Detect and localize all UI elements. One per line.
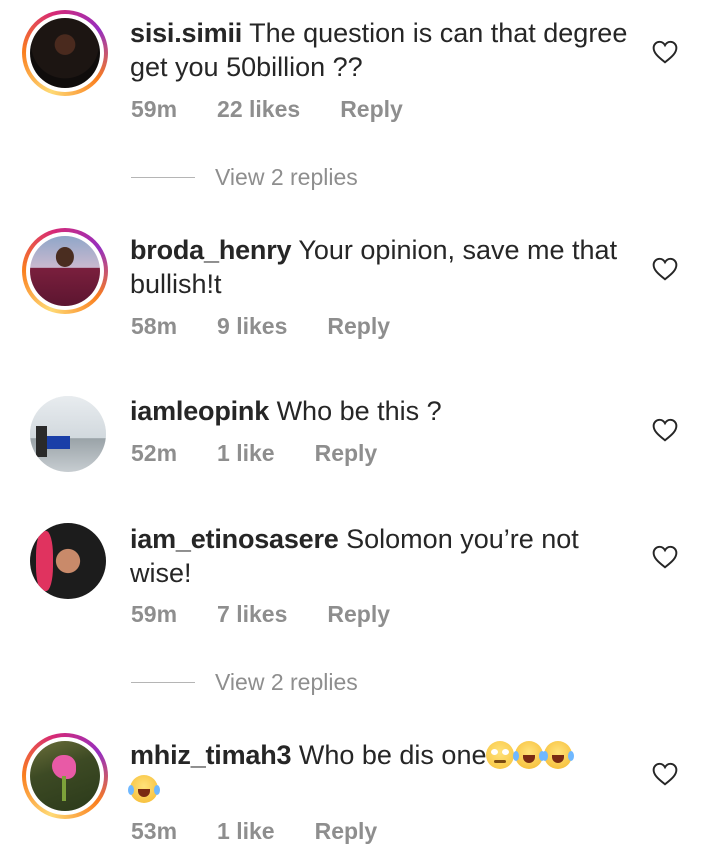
heart-outline-icon[interactable] xyxy=(652,418,678,442)
comment-likes[interactable]: 7 likes xyxy=(217,601,287,628)
comment-meta: 52m 1 like Reply xyxy=(131,440,377,467)
reply-button[interactable]: Reply xyxy=(315,440,378,467)
comment-username[interactable]: mhiz_timah3 xyxy=(130,740,292,770)
reply-button[interactable]: Reply xyxy=(340,96,403,123)
comment-username[interactable]: iamleopink xyxy=(130,396,269,426)
comment-text: sisi.simii The question is can that degr… xyxy=(130,16,640,84)
comment-likes[interactable]: 1 like xyxy=(217,818,275,845)
comment-meta: 53m 1 like Reply xyxy=(131,818,377,845)
comment-likes[interactable]: 1 like xyxy=(217,440,275,467)
avatar[interactable] xyxy=(22,10,108,96)
comment-meta: 59m 7 likes Reply xyxy=(131,601,390,628)
comment-username[interactable]: iam_etinosasere xyxy=(130,524,339,554)
face-with-tears-of-joy-icon xyxy=(542,741,575,769)
comment-text: mhiz_timah3 Who be dis one xyxy=(128,738,640,806)
heart-outline-icon[interactable] xyxy=(652,40,678,64)
comment-body: Who be dis one xyxy=(298,740,487,770)
comment-text: broda_henry Your opinion, save me that b… xyxy=(130,233,640,301)
face-with-tears-of-joy-icon xyxy=(513,741,546,769)
comment-likes[interactable]: 22 likes xyxy=(217,96,300,123)
face-with-tears-of-joy-icon xyxy=(128,775,160,803)
reply-button[interactable]: Reply xyxy=(315,818,378,845)
face-with-rolling-eyes-icon xyxy=(486,741,515,769)
view-replies-button[interactable]: View 2 replies xyxy=(131,164,358,191)
comment-username[interactable]: sisi.simii xyxy=(130,18,242,48)
heart-outline-icon[interactable] xyxy=(652,545,678,569)
reply-button[interactable]: Reply xyxy=(327,313,390,340)
view-replies-label[interactable]: View 2 replies xyxy=(215,669,358,696)
avatar[interactable] xyxy=(22,228,108,314)
comment-time: 53m xyxy=(131,818,178,844)
replies-divider xyxy=(131,682,195,683)
avatar[interactable] xyxy=(22,733,108,819)
heart-outline-icon[interactable] xyxy=(652,762,678,786)
comment-username[interactable]: broda_henry xyxy=(130,235,292,265)
comment-time: 59m xyxy=(131,96,178,122)
avatar[interactable] xyxy=(30,396,106,472)
comment-time: 59m xyxy=(131,601,178,627)
heart-outline-icon[interactable] xyxy=(652,257,678,281)
replies-divider xyxy=(131,177,195,178)
view-replies-label[interactable]: View 2 replies xyxy=(215,164,358,191)
reply-button[interactable]: Reply xyxy=(327,601,390,628)
comment-meta: 59m 22 likes Reply xyxy=(131,96,403,123)
comment-text: iamleopink Who be this ? xyxy=(130,394,640,428)
comment-likes[interactable]: 9 likes xyxy=(217,313,287,340)
comment-meta: 58m 9 likes Reply xyxy=(131,313,390,340)
comment-body: Who be this ? xyxy=(276,396,442,426)
comment-time: 52m xyxy=(131,440,178,466)
comment-time: 58m xyxy=(131,313,178,339)
view-replies-button[interactable]: View 2 replies xyxy=(131,669,358,696)
avatar[interactable] xyxy=(30,523,106,599)
comment-text: iam_etinosasere Solomon you’re not wise! xyxy=(130,522,640,590)
